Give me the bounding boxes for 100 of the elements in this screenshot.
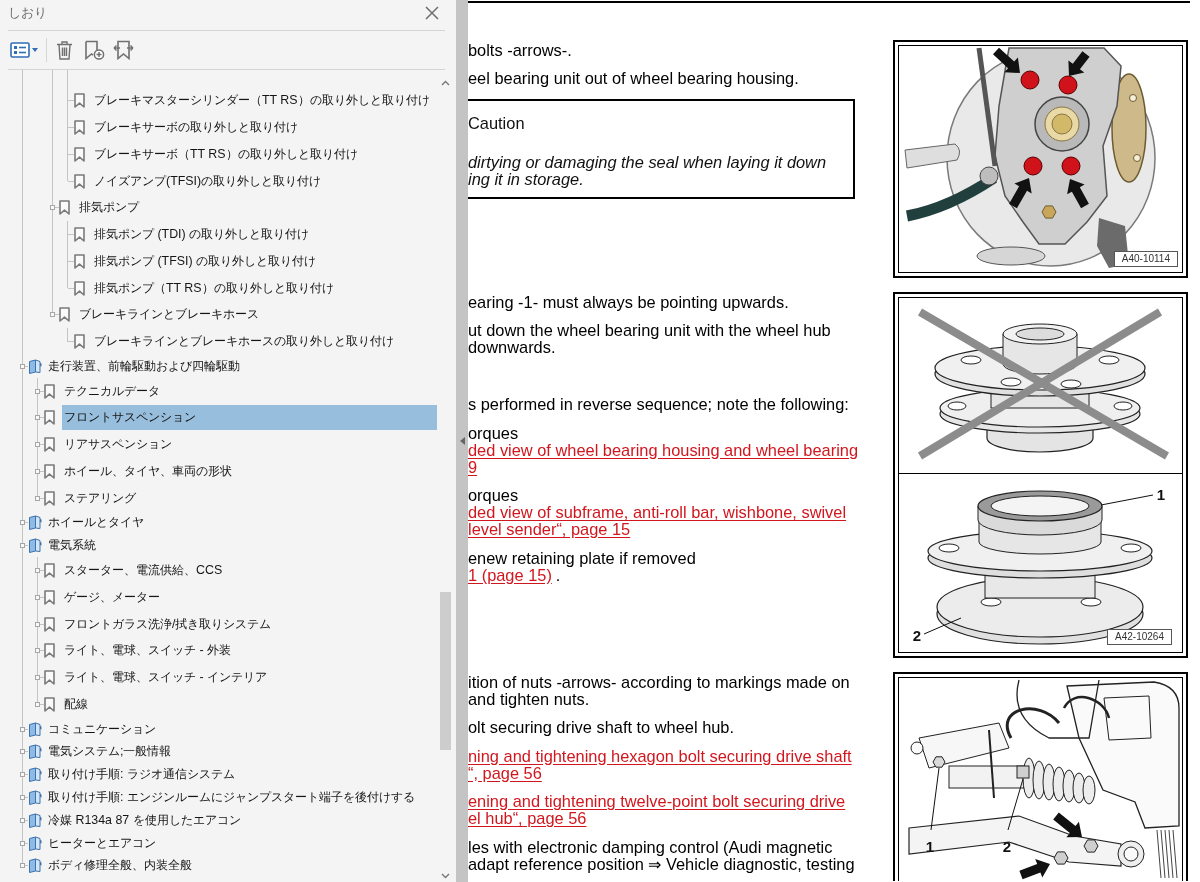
- cross-reference-link[interactable]: 9: [468, 458, 478, 476]
- bookmark-item[interactable]: ライト、電球、スイッチ - 外装: [62, 642, 233, 660]
- instruction-text: enew retaining plate if removed: [468, 549, 696, 567]
- expander-icon[interactable]: [20, 543, 25, 549]
- expander-icon[interactable]: [35, 568, 40, 573]
- nut: [1041, 205, 1057, 219]
- cross-reference-link[interactable]: “, page 56: [468, 764, 542, 782]
- bookmark-item[interactable]: テクニカルデータ: [62, 382, 162, 400]
- bookmark-item[interactable]: 配線: [62, 695, 90, 713]
- bookmark-item[interactable]: 排気ポンプ (TDI) の取り外しと取り付け: [92, 226, 312, 244]
- expander-icon[interactable]: [20, 794, 25, 800]
- book-icon: [28, 812, 42, 828]
- delete-button[interactable]: [55, 39, 73, 61]
- cross-reference-link[interactable]: ning and tightening hexagon bolt securing drive shaft: [468, 747, 852, 765]
- expander-icon[interactable]: [20, 863, 25, 869]
- expander-icon[interactable]: [50, 205, 55, 211]
- bookmark-item[interactable]: フロントサスペンション: [62, 405, 437, 431]
- expander-icon[interactable]: [35, 701, 40, 707]
- expander-icon[interactable]: [35, 468, 40, 474]
- chevron-up-icon[interactable]: [440, 80, 450, 86]
- leader-line: [923, 617, 962, 635]
- bookmark-item[interactable]: ブレーキサーボ（TT RS）の取り外しと取り付け: [92, 145, 360, 163]
- chevron-down-icon[interactable]: [440, 873, 450, 879]
- bookmark-icon: [44, 410, 55, 426]
- bookmark-item[interactable]: 取り付け手順: ラジオ通信システム: [46, 766, 237, 784]
- cross-reference-link[interactable]: 1 (page 15): [468, 566, 552, 584]
- bookmark-item[interactable]: スターター、電流供給、CCS: [62, 562, 225, 579]
- bookmark-icon: [74, 227, 85, 243]
- instruction-text: orques: [468, 487, 519, 504]
- instruction-text: earing -1- must always be pointing upwards.: [468, 293, 789, 311]
- bookmark-tool-button[interactable]: [113, 39, 134, 61]
- expander-icon[interactable]: [35, 388, 40, 394]
- bookmark-item[interactable]: 電気系統: [46, 537, 98, 555]
- instruction-text: bolts -arrows-.: [468, 41, 572, 59]
- bookmark-item[interactable]: 排気ポンプ（TT RS）の取り外しと取り付け: [92, 279, 336, 297]
- bookmark-icon: [74, 120, 85, 136]
- expander-icon[interactable]: [20, 817, 25, 823]
- expander-icon[interactable]: [35, 594, 40, 600]
- bookmark-item[interactable]: 取り付け手順: エンジンルームにジャンプスタート端子を後付けする: [46, 788, 417, 806]
- cross-reference-link[interactable]: ded view of subframe, anti-roll bar, wishbone, swivel: [468, 504, 847, 521]
- instruction-text: adapt reference position ⇒ Vehicle diagnostic, testing: [468, 855, 855, 873]
- bookmark-item[interactable]: ブレーキラインとブレーキホースの取り外しと取り付け: [92, 333, 396, 351]
- cross-reference-link[interactable]: el hub“, page 56: [468, 810, 587, 827]
- expander-icon[interactable]: [20, 520, 25, 526]
- expander-icon[interactable]: [20, 840, 25, 846]
- expander-icon[interactable]: [35, 675, 40, 680]
- expander-icon[interactable]: [35, 495, 40, 501]
- bookmark-item[interactable]: リアサスペンション: [62, 436, 174, 454]
- close-button[interactable]: [423, 4, 441, 22]
- expander-icon[interactable]: [35, 648, 40, 654]
- cross-reference-link[interactable]: level sender“, page 15: [468, 521, 631, 538]
- wheel-hub: [1034, 96, 1090, 152]
- triangle-left-icon[interactable]: [459, 437, 465, 445]
- expander-icon[interactable]: [35, 442, 40, 448]
- bookmark-icon: [44, 437, 55, 453]
- expander-icon[interactable]: [35, 621, 40, 627]
- pointer-arrow: [1009, 178, 1032, 209]
- bookmark-item[interactable]: ステアリング: [62, 489, 138, 507]
- instruction-text: ut down the wheel bearing unit with the wheel hub: [468, 322, 831, 339]
- callout-number: 1: [1156, 486, 1166, 503]
- bookmark-item[interactable]: ホイール、タイヤ、車両の形状: [62, 462, 234, 480]
- expander-icon[interactable]: [20, 772, 25, 778]
- bookmark-item[interactable]: ノイズアンプ(TFSI)の取り外しと取り付け: [92, 172, 324, 190]
- expander-icon[interactable]: [35, 415, 40, 421]
- bookmark-icon: [74, 253, 85, 269]
- expander-icon[interactable]: [20, 726, 25, 732]
- new-bookmark-button[interactable]: [84, 39, 105, 61]
- bookmark-item[interactable]: ゲージ、メーター: [62, 588, 162, 606]
- cross-reference-link[interactable]: ening and tightening twelve-point bolt securing drive: [468, 793, 846, 810]
- expander-icon[interactable]: [20, 363, 25, 369]
- bookmark-item[interactable]: ホイールとタイヤ: [46, 514, 146, 532]
- expander-icon[interactable]: [20, 749, 25, 755]
- bookmark-item[interactable]: ライト、電球、スイッチ - インテリア: [62, 669, 269, 686]
- bookmark-item[interactable]: フロントガラス洗浄/拭き取りシステム: [62, 615, 274, 633]
- book-icon: [28, 515, 42, 531]
- caret-icon: [32, 48, 38, 52]
- bookmark-item[interactable]: コミュニケーション: [46, 720, 158, 738]
- bookmark-item[interactable]: 走行装置、前輪駆動および四輪駆動: [46, 357, 242, 375]
- bookmark-item[interactable]: ブレーキマスターシリンダー（TT RS）の取り外しと取り付け: [92, 92, 432, 110]
- nut: [1083, 839, 1099, 853]
- bookmark-item[interactable]: ブレーキラインとブレーキホース: [77, 306, 261, 324]
- bookmark-item[interactable]: ヒーターとエアコン: [46, 834, 158, 852]
- bookmark-icon: [44, 383, 55, 399]
- bookmark-icon: [44, 616, 55, 632]
- expander-icon[interactable]: [50, 312, 55, 318]
- control-arm: [904, 143, 961, 169]
- bookmark-icon: [44, 670, 55, 685]
- bookmark-item[interactable]: 排気ポンプ: [77, 199, 141, 217]
- options-button[interactable]: [10, 39, 38, 61]
- scroll-thumb[interactable]: [439, 592, 451, 750]
- instruction-text: downwards.: [468, 339, 556, 356]
- bookmark-item[interactable]: 電気システム;一般情報: [46, 743, 174, 761]
- bookmark-item[interactable]: 冷媒 R134a 87 を使用したエアコン: [46, 811, 243, 829]
- pointer-arrow: [993, 47, 1020, 73]
- panel-title: しおり: [8, 4, 47, 22]
- cross-reference-link[interactable]: ded view of wheel bearing housing and wheel bearing: [468, 441, 858, 459]
- bookmark-item[interactable]: ボディ修理全般、内装全般: [46, 857, 194, 875]
- bookmark-item[interactable]: 排気ポンプ (TFSI) の取り外しと取り付け: [92, 252, 318, 270]
- bookmark-item[interactable]: ブレーキサーボの取り外しと取り付け: [92, 119, 300, 137]
- bookmark-icon: [74, 93, 85, 109]
